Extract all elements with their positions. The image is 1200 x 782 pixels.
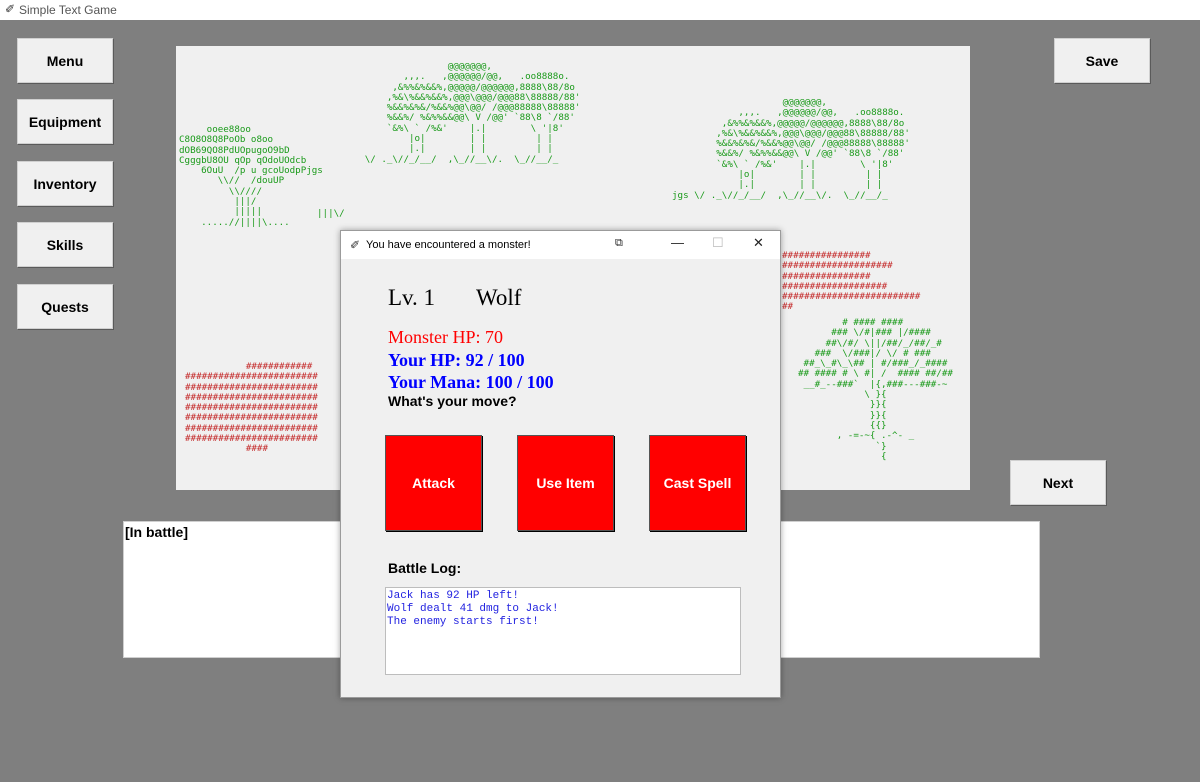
- next-button[interactable]: Next: [1010, 460, 1106, 505]
- window-titlebar: ✐ Simple Text Game: [0, 0, 1200, 20]
- use-item-button[interactable]: Use Item: [517, 435, 614, 531]
- app-feather-icon: ✐: [5, 2, 16, 16]
- monster-level: Lv. 1: [388, 285, 436, 310]
- battle-log-line: The enemy starts first!: [387, 616, 539, 628]
- inventory-button[interactable]: Inventory: [17, 161, 113, 206]
- battle-log-line: Wolf dealt 41 dmg to Jack!: [387, 603, 559, 615]
- quests-button[interactable]: Quests: [17, 284, 113, 329]
- ascii-tree-large-left: @@@@@@@, ,,,. ,@@@@@@/@@, .oo8888o. ,&%%…: [364, 61, 581, 165]
- game-status-text: [In battle]: [125, 524, 188, 540]
- menu-button[interactable]: Menu: [17, 38, 113, 83]
- dialog-feather-icon: ✐: [350, 238, 361, 252]
- ascii-red-block-right: ################ #################### ##…: [782, 250, 921, 313]
- dialog-title: You have encountered a monster!: [366, 239, 531, 251]
- save-button[interactable]: Save: [1054, 38, 1150, 83]
- maximize-icon[interactable]: ☐: [712, 235, 724, 251]
- move-prompt: What's your move?: [388, 393, 517, 409]
- monster-name: Wolf: [476, 285, 522, 310]
- equipment-button[interactable]: Equipment: [17, 99, 113, 144]
- ascii-tree-small-left: ooee88oo C8O8O8Q8PoOb o8oo dOB69QO8PdUOp…: [179, 124, 323, 228]
- window-title: Simple Text Game: [19, 3, 117, 17]
- player-mana: Your Mana: 100 / 100: [388, 372, 554, 392]
- close-icon[interactable]: ✕: [753, 235, 764, 251]
- ascii-tree-root: |||\/: [317, 208, 345, 219]
- cast-spell-button[interactable]: Cast Spell: [649, 435, 746, 531]
- battle-log-line: Jack has 92 HP left!: [387, 590, 520, 602]
- skills-button[interactable]: Skills: [17, 222, 113, 267]
- minimize-icon[interactable]: —: [671, 235, 684, 250]
- ascii-palm-tree: # #### #### ### \/#|### |/#### ##\/#/ \|…: [798, 317, 953, 462]
- ascii-tree-right: @@@@@@@, ,,,. ,@@@@@@/@@, .oo8888o. ,&%%…: [672, 97, 910, 201]
- battle-log[interactable]: Jack has 92 HP left! Wolf dealt 41 dmg t…: [385, 587, 741, 675]
- battle-log-label: Battle Log:: [388, 560, 462, 576]
- tab-switch-icon[interactable]: ⧉: [615, 237, 623, 250]
- player-hp: Your HP: 92 / 100: [388, 350, 525, 370]
- ascii-red-block-left: ############ ######################## ##…: [185, 361, 318, 455]
- dialog-titlebar: ✐ You have encountered a monster! ⧉ — ☐ …: [341, 231, 780, 259]
- monster-hp: Monster HP: 70: [388, 327, 504, 347]
- attack-button[interactable]: Attack: [385, 435, 482, 531]
- battle-dialog: ✐ You have encountered a monster! ⧉ — ☐ …: [340, 230, 781, 698]
